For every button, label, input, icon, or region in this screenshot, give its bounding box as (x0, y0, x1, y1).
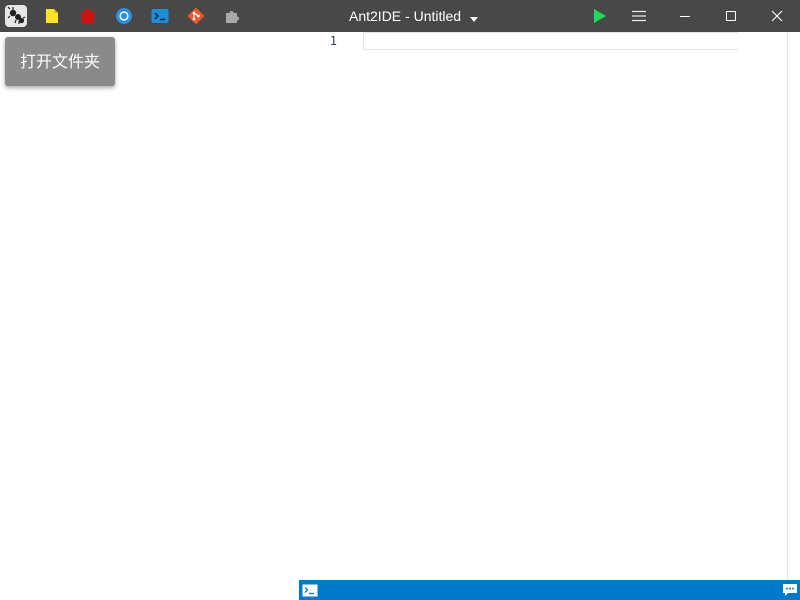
window-title[interactable]: Ant2IDE - Untitled (349, 0, 478, 32)
home-icon[interactable] (76, 4, 100, 28)
current-line-highlight[interactable] (363, 32, 738, 50)
browser-icon[interactable] (112, 4, 136, 28)
editor-scrollbar[interactable] (787, 32, 800, 600)
minimize-icon[interactable] (662, 0, 708, 32)
app-logo-icon[interactable] (4, 4, 28, 28)
maximize-icon[interactable] (708, 0, 754, 32)
git-icon[interactable] (184, 4, 208, 28)
hamburger-menu-icon[interactable] (627, 4, 651, 28)
open-folder-button[interactable]: 打开文件夹 (5, 37, 115, 86)
sidebar: 打开文件夹 (0, 32, 299, 600)
extensions-icon[interactable] (220, 4, 244, 28)
close-icon[interactable] (754, 0, 800, 32)
new-file-icon[interactable] (40, 4, 64, 28)
title-bar: Ant2IDE - Untitled (0, 0, 800, 32)
play-icon[interactable] (588, 4, 612, 28)
terminal-icon[interactable] (302, 583, 318, 597)
line-number: 1 (329, 34, 337, 48)
chat-icon[interactable] (782, 583, 798, 597)
status-bar (299, 580, 800, 600)
terminal-icon[interactable] (148, 4, 172, 28)
window-title-text: Ant2IDE - Untitled (349, 8, 462, 24)
code-editor[interactable]: 1 (299, 32, 787, 580)
caret-down-icon (469, 1, 478, 34)
